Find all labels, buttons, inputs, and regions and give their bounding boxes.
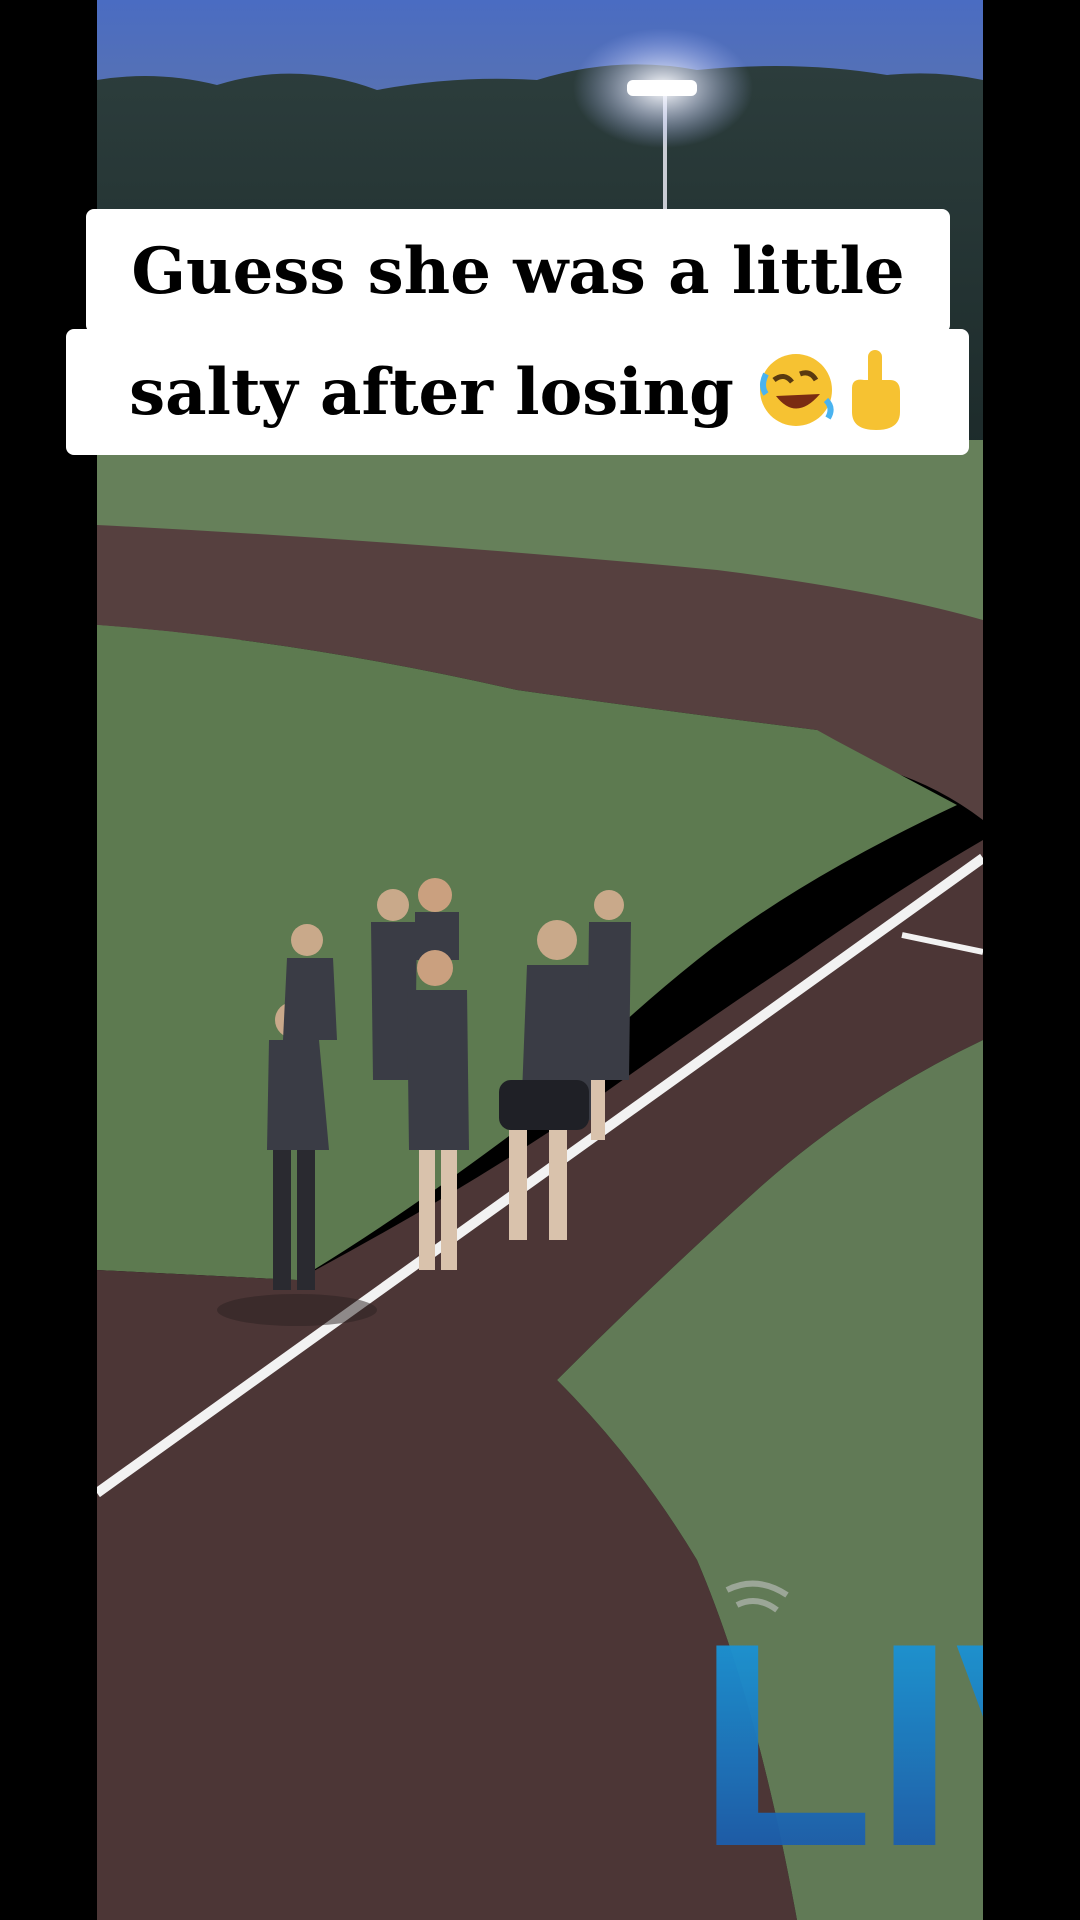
watermark: LIV (697, 1580, 983, 1907)
caption-line-1-box: Guess she was a little (86, 209, 950, 333)
rolling-on-floor-laughing-emoji-icon (756, 350, 836, 434)
watermark-text: LIV (697, 1583, 983, 1907)
caption-line-2: salty after losing (129, 354, 734, 430)
middle-finger-emoji-icon (842, 348, 906, 436)
caption-line-2-box: salty after losing (66, 329, 969, 455)
caption-line-1: Guess she was a little (131, 233, 905, 309)
stadium-light-fixture (627, 80, 697, 96)
left-letterbox (0, 0, 97, 1920)
right-letterbox (983, 0, 1080, 1920)
